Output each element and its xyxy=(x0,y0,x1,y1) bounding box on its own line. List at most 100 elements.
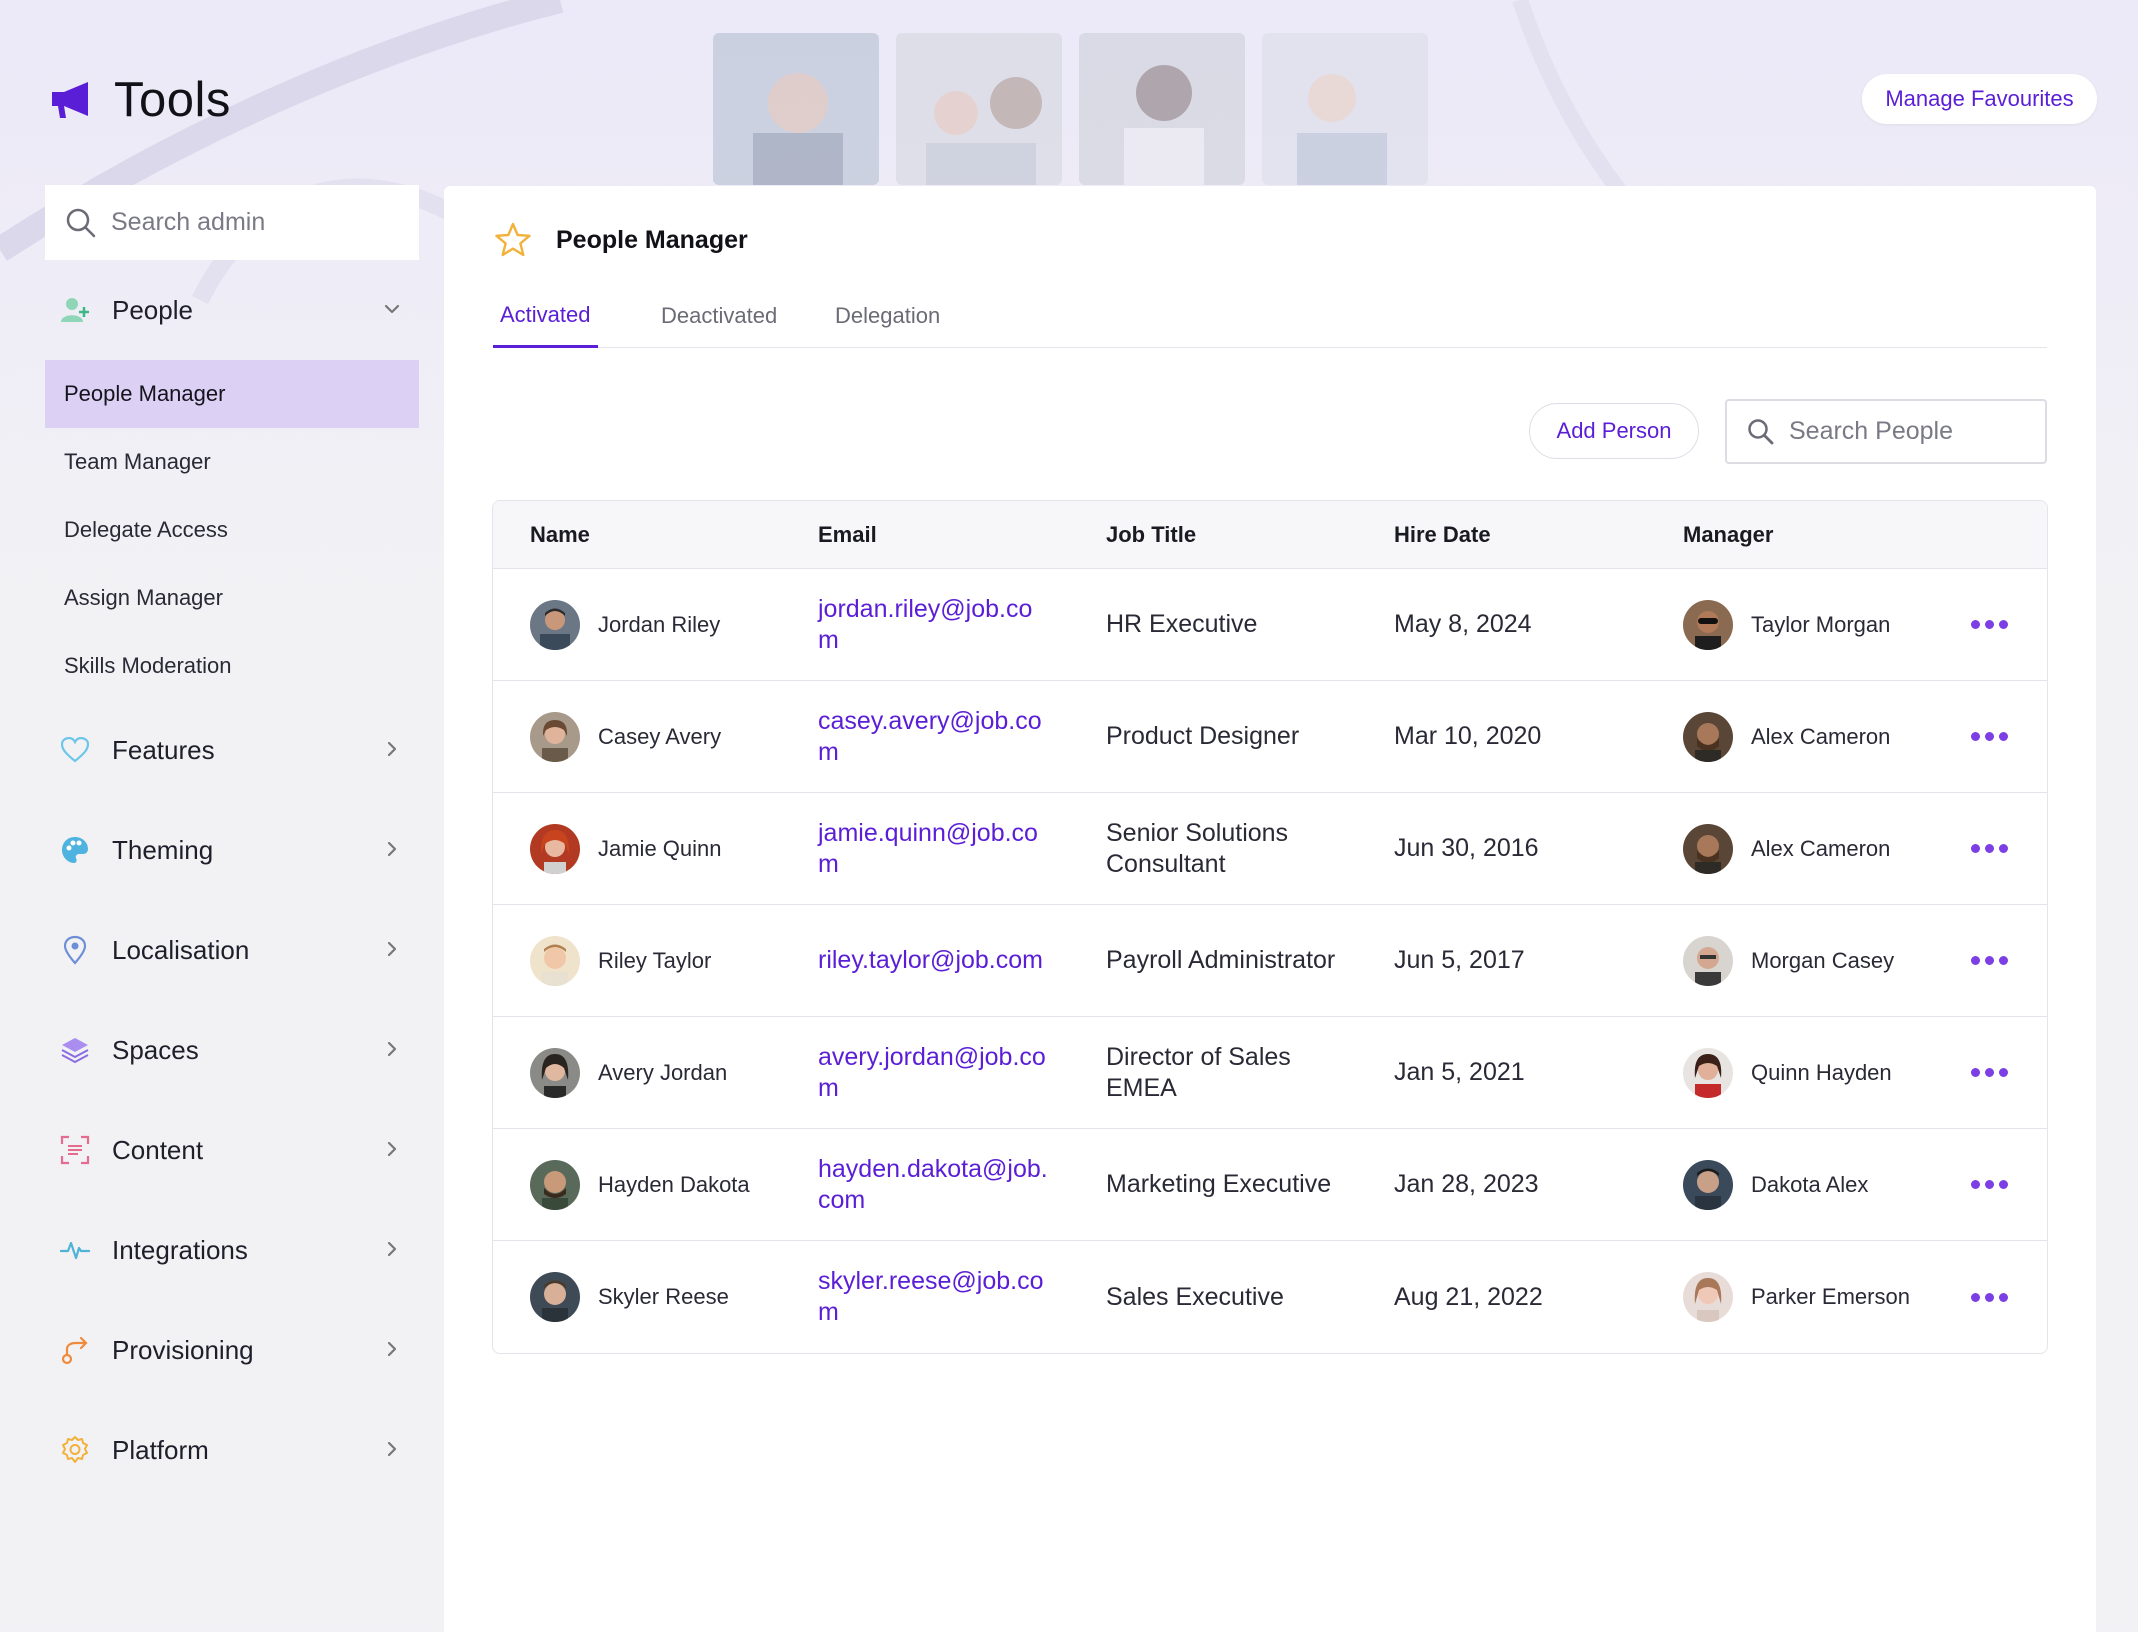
person-cell: Jordan Riley xyxy=(530,599,720,650)
add-person-button[interactable]: Add Person xyxy=(1529,403,1699,459)
avatar xyxy=(1683,711,1733,762)
avatar xyxy=(530,1159,580,1210)
sidebar-item-delegate-access[interactable]: Delegate Access xyxy=(45,496,419,564)
email-link[interactable]: casey.avery@job.com xyxy=(818,706,1048,768)
job-title: Product Designer xyxy=(1106,722,1300,750)
sidebar-item-assign-manager[interactable]: Assign Manager xyxy=(45,564,419,632)
manager-name: Morgan Casey xyxy=(1751,947,1895,973)
job-title: HR Executive xyxy=(1106,610,1258,638)
hero-photo xyxy=(1079,33,1245,185)
nav-group-label: Localisation xyxy=(112,934,250,965)
column-header-hire-date[interactable]: Hire Date xyxy=(1394,522,1491,548)
person-name: Jamie Quinn xyxy=(598,835,722,861)
manager-cell: Alex Cameron xyxy=(1683,823,1890,874)
manager-name: Alex Cameron xyxy=(1751,723,1891,749)
table-row[interactable]: Casey Avery casey.avery@job.com Product … xyxy=(493,681,2047,793)
star-icon[interactable] xyxy=(494,222,532,258)
email-link[interactable]: jamie.quinn@job.com xyxy=(818,818,1048,880)
tab-deactivated[interactable]: Deactivated xyxy=(654,284,784,348)
manager-name: Quinn Hayden xyxy=(1751,1059,1892,1085)
table-row[interactable]: Jamie Quinn jamie.quinn@job.com Senior S… xyxy=(493,793,2047,905)
row-actions-more-icon[interactable] xyxy=(1971,1172,2008,1197)
tab-delegation[interactable]: Delegation xyxy=(828,284,947,348)
tab-activated[interactable]: Activated xyxy=(493,284,598,348)
pulse-icon xyxy=(59,1234,91,1266)
search-admin-field[interactable] xyxy=(45,185,419,260)
hire-date: Aug 21, 2022 xyxy=(1394,1282,1543,1311)
table-header: Name Email Job Title Hire Date Manager xyxy=(493,501,2047,569)
nav-group-integrations[interactable]: Integrations xyxy=(45,1200,419,1300)
nav-group-features[interactable]: Features xyxy=(45,700,419,800)
search-people-field[interactable] xyxy=(1725,399,2047,464)
email-link[interactable]: riley.taylor@job.com xyxy=(818,945,1048,976)
palette-icon xyxy=(59,834,91,866)
manager-cell: Quinn Hayden xyxy=(1683,1047,1892,1098)
nav-group-provisioning[interactable]: Provisioning xyxy=(45,1300,419,1400)
avatar xyxy=(1683,1159,1733,1210)
person-cell: Jamie Quinn xyxy=(530,823,722,874)
chevron-down-icon xyxy=(384,304,400,314)
column-header-email[interactable]: Email xyxy=(818,522,877,548)
heart-icon xyxy=(59,734,91,766)
chevron-right-icon xyxy=(387,741,397,757)
hire-date: Jan 5, 2021 xyxy=(1394,1058,1525,1086)
nav-group-label: Spaces xyxy=(112,1034,199,1065)
nav-group-platform[interactable]: Platform xyxy=(45,1400,419,1500)
sidebar-item-people-manager[interactable]: People Manager xyxy=(45,360,419,428)
row-actions-more-icon[interactable] xyxy=(1971,1285,2008,1310)
person-name: Avery Jordan xyxy=(598,1059,728,1085)
chevron-right-icon xyxy=(387,1041,397,1057)
table-row[interactable]: Jordan Riley jordan.riley@job.com HR Exe… xyxy=(493,569,2047,681)
email-link[interactable]: jordan.riley@job.com xyxy=(818,594,1048,656)
person-cell: Avery Jordan xyxy=(530,1047,728,1098)
row-actions-more-icon[interactable] xyxy=(1971,1060,2008,1085)
chevron-right-icon xyxy=(387,941,397,957)
nav-group-label: Content xyxy=(112,1134,204,1165)
job-title: Payroll Administrator xyxy=(1106,946,1336,974)
main-panel: People Manager Activated Deactivated Del… xyxy=(444,186,2096,1632)
person-name: Riley Taylor xyxy=(598,947,712,973)
page-header: People Manager xyxy=(494,222,748,258)
table-row[interactable]: Riley Taylor riley.taylor@job.com Payrol… xyxy=(493,905,2047,1017)
job-title: Senior Solutions Consultant xyxy=(1106,818,1289,878)
avatar xyxy=(530,1272,580,1322)
manager-name: Taylor Morgan xyxy=(1751,611,1891,637)
sidebar-item-team-manager[interactable]: Team Manager xyxy=(45,428,419,496)
row-actions-more-icon[interactable] xyxy=(1971,612,2008,637)
table-row[interactable]: Hayden Dakota hayden.dakota@job.com Mark… xyxy=(493,1129,2047,1241)
hero-photo-strip xyxy=(713,33,1428,185)
search-icon xyxy=(1748,418,1774,444)
email-link[interactable]: avery.jordan@job.com xyxy=(818,1042,1048,1104)
table-row[interactable]: Avery Jordan avery.jordan@job.com Direct… xyxy=(493,1017,2047,1129)
row-actions-more-icon[interactable] xyxy=(1971,724,2008,749)
column-header-job-title[interactable]: Job Title xyxy=(1106,522,1196,548)
nav-group-label: Integrations xyxy=(112,1234,248,1265)
nav-group-spaces[interactable]: Spaces xyxy=(45,1000,419,1100)
table-row[interactable]: Skyler Reese skyler.reese@job.com Sales … xyxy=(493,1241,2047,1353)
row-actions-more-icon[interactable] xyxy=(1971,948,2008,973)
nav-group-label: Theming xyxy=(112,834,214,865)
hero-photo xyxy=(896,33,1062,185)
email-link[interactable]: skyler.reese@job.com xyxy=(818,1266,1048,1328)
manager-cell: Parker Emerson xyxy=(1683,1272,1910,1322)
manager-name: Dakota Alex xyxy=(1751,1171,1869,1197)
nav-group-theming[interactable]: Theming xyxy=(45,800,419,900)
chevron-right-icon xyxy=(387,1241,397,1257)
manage-favourites-button[interactable]: Manage Favourites xyxy=(1862,74,2097,124)
column-header-manager[interactable]: Manager xyxy=(1683,522,1773,548)
gear-icon xyxy=(59,1434,91,1466)
person-cell: Skyler Reese xyxy=(530,1272,729,1322)
manager-name: Parker Emerson xyxy=(1751,1284,1910,1309)
sidebar-item-skills-moderation[interactable]: Skills Moderation xyxy=(45,632,419,700)
chevron-right-icon xyxy=(387,1441,397,1457)
nav-group-localisation[interactable]: Localisation xyxy=(45,900,419,1000)
search-people-input[interactable] xyxy=(1789,417,2029,446)
nav-group-content[interactable]: Content xyxy=(45,1100,419,1200)
email-link[interactable]: hayden.dakota@job.com xyxy=(818,1154,1048,1216)
avatar xyxy=(1683,1272,1733,1322)
column-header-name[interactable]: Name xyxy=(530,522,590,548)
row-actions-more-icon[interactable] xyxy=(1971,836,2008,861)
nav-group-people[interactable]: People xyxy=(45,260,419,360)
avatar xyxy=(530,823,580,874)
search-admin-input[interactable] xyxy=(111,208,391,237)
